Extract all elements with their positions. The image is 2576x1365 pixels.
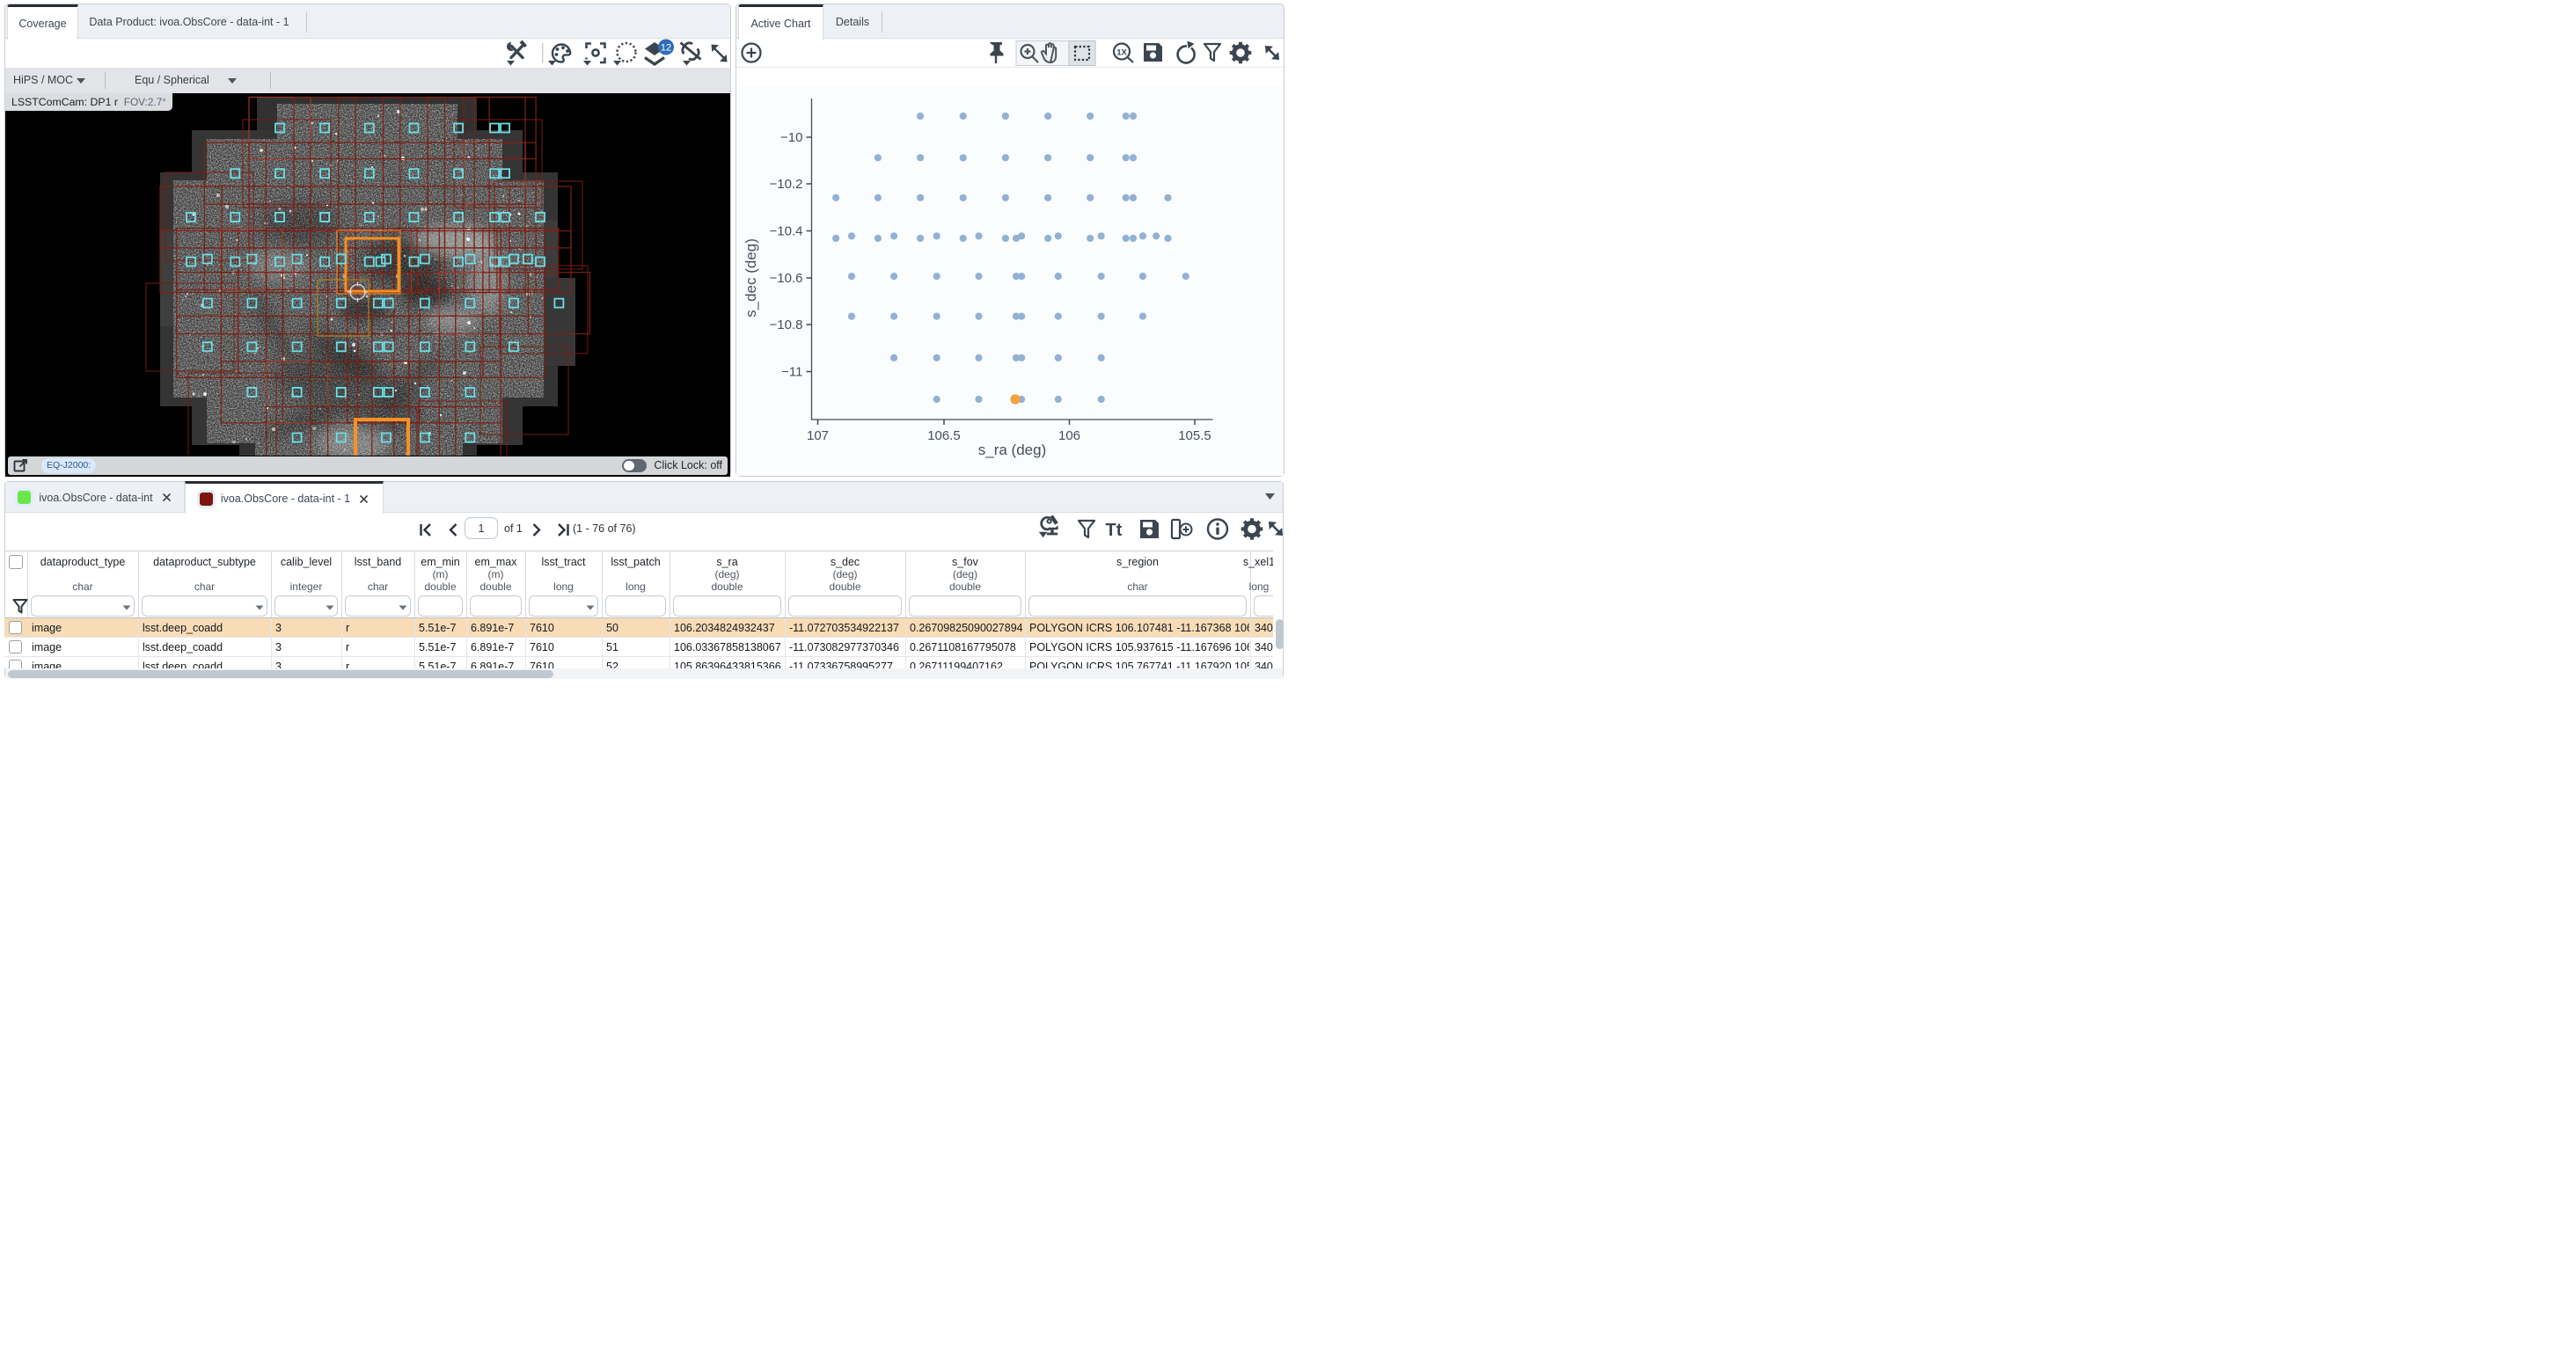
svg-text:106.5: 106.5 xyxy=(927,428,961,443)
svg-text:−10: −10 xyxy=(780,130,802,145)
svg-text:Tt: Tt xyxy=(1106,521,1123,540)
svg-text:107: 107 xyxy=(807,428,829,443)
svg-text:s_ra (deg): s_ra (deg) xyxy=(978,442,1046,458)
svg-text:105.5: 105.5 xyxy=(1178,428,1211,443)
svg-text:−10.8: −10.8 xyxy=(770,318,803,332)
svg-text:1X: 1X xyxy=(1116,48,1127,58)
svg-text:106: 106 xyxy=(1058,428,1080,443)
svg-text:−11: −11 xyxy=(781,365,802,380)
svg-text:s_dec (deg): s_dec (deg) xyxy=(743,238,759,318)
svg-text:−10.2: −10.2 xyxy=(770,177,803,192)
svg-text:12: 12 xyxy=(661,42,671,53)
svg-text:−10.6: −10.6 xyxy=(770,271,803,286)
svg-text:−10.4: −10.4 xyxy=(770,224,803,239)
